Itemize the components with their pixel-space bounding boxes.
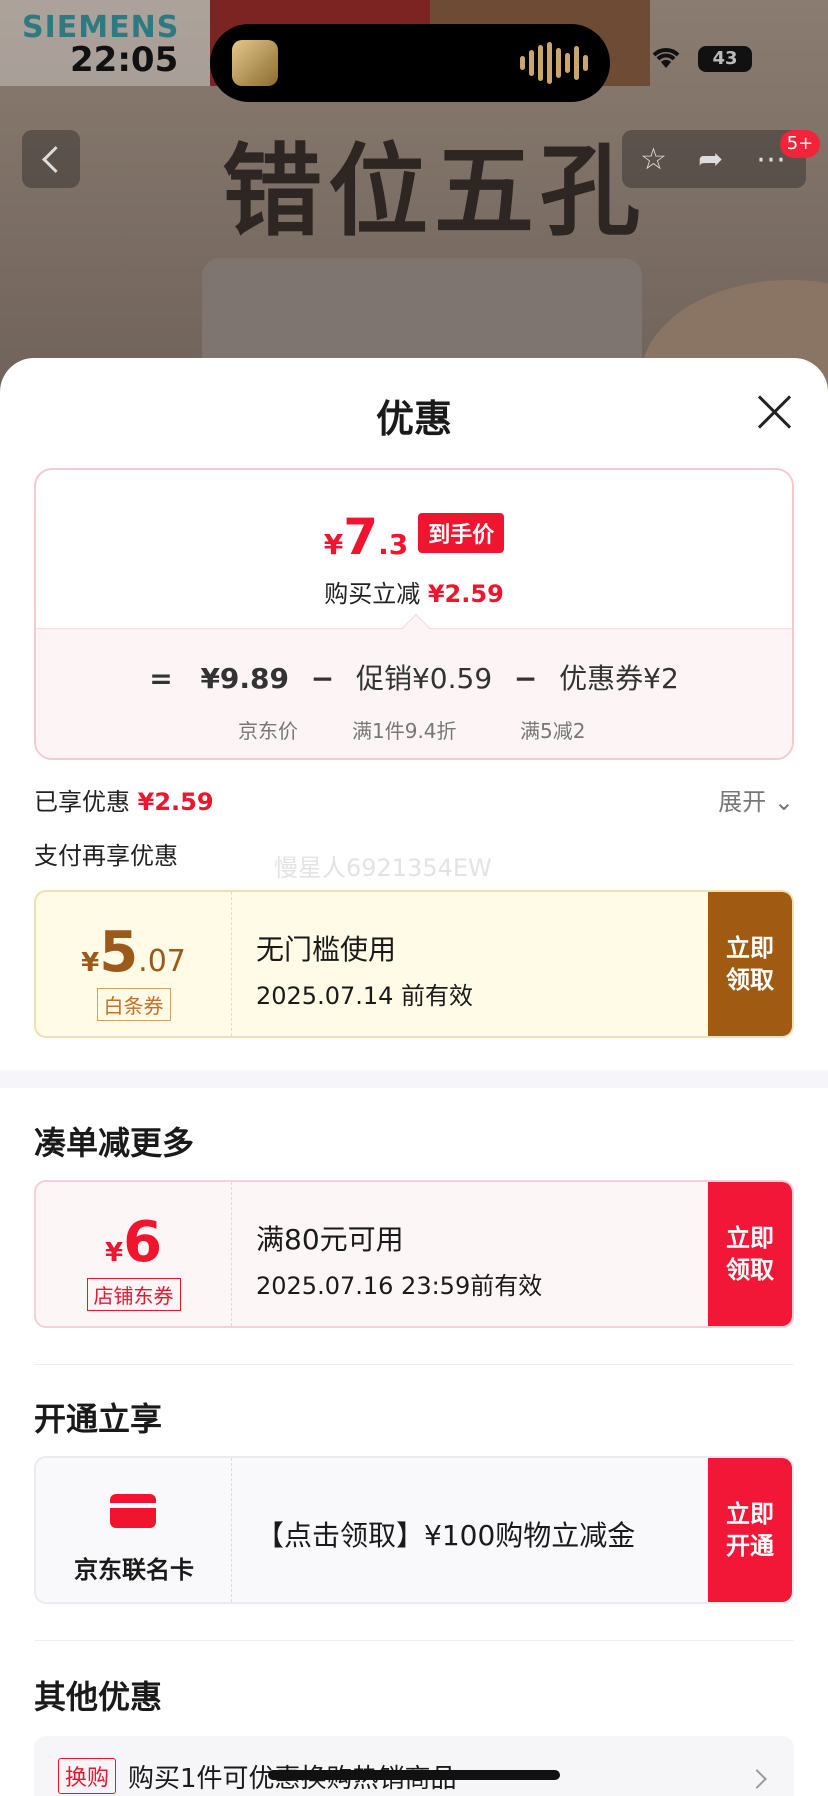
purchase-discount-value: ¥2.59 (427, 580, 504, 608)
sheet-title: 优惠 (375, 397, 452, 441)
coupon-yen: ¥ (104, 1238, 124, 1268)
equals-sign: = (149, 662, 173, 695)
expand-button[interactable]: 展开 ⌄ (718, 782, 794, 817)
final-price: ¥7.3 到手价 (36, 508, 792, 566)
pay-section-title: 支付再享优惠 (34, 842, 178, 870)
claim-button[interactable]: 立即领取 (708, 1182, 792, 1326)
minus-sign: − (310, 662, 335, 695)
enjoyed-label: 已享优惠 (34, 788, 130, 816)
final-price-card: ¥7.3 到手价 购买立减 ¥2.59 = ¥9.89 − 促销¥0.59 − 优… (34, 468, 794, 760)
coupon-value: ¥6 店铺东券 (36, 1182, 232, 1326)
price-int: 7 (343, 508, 379, 566)
price-formula: = ¥9.89 − 促销¥0.59 − 优惠券¥2 (36, 657, 792, 697)
promo-caption: 满1件9.4折 (352, 719, 457, 743)
divider (34, 1364, 794, 1365)
price-dec: .3 (378, 528, 409, 561)
final-price-header: ¥7.3 到手价 购买立减 ¥2.59 (36, 470, 792, 628)
jd-price: ¥9.89 (200, 662, 290, 695)
activate-button[interactable]: 立即开通 (708, 1458, 792, 1602)
battery-icon: 43 (698, 46, 752, 72)
message-badge: 5+ (780, 130, 820, 158)
coupon-type-tag: 店铺东券 (86, 1278, 181, 1311)
audio-waveform-icon (520, 42, 588, 84)
claim-button[interactable]: 立即领取 (708, 892, 792, 1036)
discount-sheet: 优惠 ¥7.3 到手价 购买立减 ¥2.59 = ¥9.89 − 促销¥0.59 … (0, 358, 828, 1796)
store-coupon: ¥6 店铺东券 满80元可用 2025.07.16 23:59前有效 立即领取 (34, 1180, 794, 1328)
coupon-amount: ¥5.07 (36, 920, 231, 985)
coupon-validity: 2025.07.16 23:59前有效 (256, 1272, 543, 1300)
coupon-int: 5 (99, 920, 139, 985)
coupon-caption: 满5减2 (520, 719, 586, 743)
purchase-discount: 购买立减 ¥2.59 (36, 574, 792, 609)
co-branded-card-offer: 京东联名卡 【点击领取】¥100购物立减金 立即开通 (34, 1456, 794, 1604)
coupon-validity: 2025.07.14 前有效 (256, 982, 474, 1010)
baitiao-coupon: ¥5.07 白条券 无门槛使用 2025.07.14 前有效 立即领取 (34, 890, 794, 1038)
nav-actions: ☆ ➦ ⋯ (622, 130, 806, 188)
price-tag: 到手价 (418, 513, 505, 553)
combine-section-title: 凑单减更多 (34, 1124, 195, 1162)
purchase-discount-label: 购买立减 (324, 580, 421, 608)
coupon-amount: 优惠券¥2 (559, 662, 679, 695)
wifi-icon (652, 48, 680, 68)
home-indicator (268, 1770, 560, 1780)
now-playing-app-icon (232, 40, 278, 86)
enjoyed-value: ¥2.59 (137, 788, 214, 816)
coupon-title: 满80元可用 (256, 1223, 404, 1256)
coupon-dec: .07 (138, 944, 186, 979)
chevron-right-icon (747, 1769, 767, 1789)
chevron-down-icon: ⌄ (773, 788, 794, 816)
dynamic-island (210, 24, 610, 102)
promo-amount: 促销¥0.59 (355, 662, 493, 695)
trade-in-tag: 换购 (58, 1758, 117, 1794)
status-time: 22:05 (70, 40, 179, 80)
coupon-int: 6 (123, 1210, 163, 1275)
product-headline: 错位五孔 (222, 133, 646, 250)
minus-sign: − (513, 662, 538, 695)
trade-in-offer[interactable]: 换购 购买1件可优惠换购热销商品 (34, 1736, 794, 1796)
credit-card-icon (110, 1494, 156, 1528)
favorite-star-icon[interactable]: ☆ (640, 142, 667, 177)
coupon-type-tag: 白条券 (96, 988, 171, 1021)
open-section-title: 开通立享 (34, 1400, 163, 1438)
watermark: 慢星人6921354EW (274, 854, 492, 882)
share-icon[interactable]: ➦ (698, 142, 723, 177)
section-divider (0, 1070, 828, 1088)
price-breakdown: = ¥9.89 − 促销¥0.59 − 优惠券¥2 京东价 满1件9.4折 满5… (36, 628, 792, 758)
coupon-amount: ¥6 (36, 1210, 231, 1275)
coupon-title: 无门槛使用 (256, 933, 397, 966)
coupon-value: ¥5.07 白条券 (36, 892, 232, 1036)
price-yen: ¥ (323, 528, 344, 561)
close-icon[interactable] (756, 394, 792, 430)
back-button[interactable] (22, 130, 80, 188)
card-info: 京东联名卡 (36, 1458, 232, 1602)
offer-title: 【点击领取】¥100购物立减金 (256, 1519, 636, 1552)
expand-label: 展开 (718, 788, 767, 816)
jd-price-caption: 京东价 (238, 719, 298, 743)
enjoyed-discount: 已享优惠 ¥2.59 (34, 782, 214, 817)
divider (34, 1640, 794, 1641)
card-name: 京东联名卡 (74, 1556, 194, 1584)
coupon-yen: ¥ (81, 948, 100, 978)
other-section-title: 其他优惠 (34, 1678, 163, 1716)
